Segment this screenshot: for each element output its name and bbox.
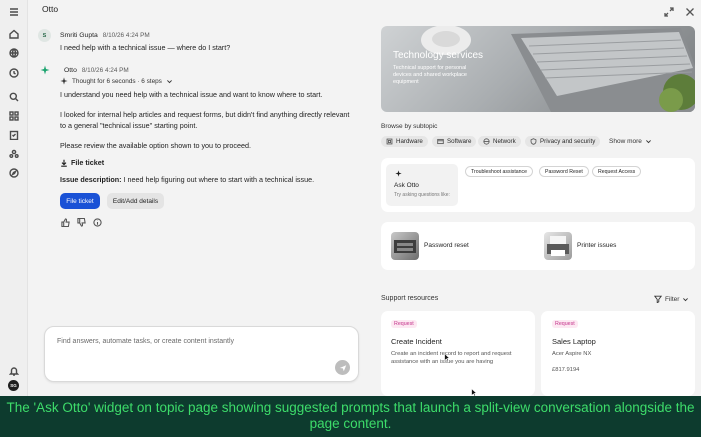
resource-subtitle: Acer Aspire NX [552, 351, 592, 357]
history-icon[interactable] [8, 67, 20, 79]
bot-paragraph-3: Please review the available option shown… [60, 141, 251, 150]
resource-description: Create an incident record to report and … [391, 351, 512, 365]
hardware-icon [386, 138, 393, 145]
chip-network[interactable]: Network [478, 136, 521, 147]
chip-label: Software [447, 138, 472, 145]
chip-privacy-security[interactable]: Privacy and security [525, 136, 601, 147]
thought-toggle[interactable]: Thought for 6 seconds · 6 steps [60, 77, 173, 85]
caption: The 'Ask Otto' widget on topic page show… [6, 400, 695, 431]
prompt-password-reset[interactable]: Password Reset [539, 166, 589, 177]
issue-text: I need help figuring out where to start … [123, 175, 315, 184]
bot-paragraph-2: I looked for internal help articles and … [60, 110, 350, 119]
composer[interactable]: Find answers, automate tasks, or create … [44, 326, 359, 382]
request-badge: Request [391, 320, 417, 328]
sparkle-icon [60, 77, 68, 85]
filter-label: Filter [665, 295, 680, 303]
chip-label: Hardware [396, 138, 423, 145]
printer-issues-thumbnail [544, 232, 572, 260]
globe-icon[interactable] [8, 47, 20, 59]
hero-title: Technology services [393, 50, 484, 61]
bell-icon[interactable] [8, 365, 20, 377]
mouse-cursor-icon [444, 353, 450, 362]
chevron-down-icon [645, 140, 651, 144]
show-more-button[interactable]: Show more [609, 138, 652, 145]
app-title: Otto [42, 4, 59, 14]
article-password-reset[interactable]: Password reset [424, 242, 469, 249]
clipboard-icon[interactable] [8, 129, 20, 141]
bot-paragraph-2b: to a general "technical issue" starting … [60, 121, 198, 130]
article-printer-issues[interactable]: Printer issues [577, 242, 616, 249]
chevron-down-icon [683, 297, 689, 301]
prompt-troubleshoot[interactable]: Troubleshoot assistance [465, 166, 534, 177]
sparkle-icon [395, 170, 402, 177]
chip-label: Network [493, 138, 516, 145]
download-icon [61, 159, 67, 167]
software-icon [437, 138, 444, 145]
app-window: SG Otto S Smriti Gupta 8/10/26 4:24 PM I… [0, 0, 701, 396]
ask-otto-title: Ask Otto [394, 182, 419, 189]
chip-label: Privacy and security [540, 138, 596, 145]
keyboard-image [394, 240, 416, 253]
user-timestamp: 8/10/26 4:24 PM [102, 32, 150, 39]
bot-name: Otto [64, 66, 77, 74]
thumbs-up-icon[interactable] [61, 218, 70, 229]
browse-label: Browse by subtopic [381, 123, 438, 130]
ask-otto-subtitle: Try asking questions like: [394, 192, 450, 198]
ask-otto-widget: Ask Otto Try asking questions like: [381, 158, 695, 212]
avatar[interactable]: SG [8, 380, 19, 391]
password-reset-thumbnail [391, 232, 419, 260]
topic-hero: Technology services Technical support fo… [381, 26, 695, 112]
bot-paragraph-1: I understand you need help with a techni… [60, 90, 323, 99]
user-message-header: S Smriti Gupta 8/10/26 4:24 PM [38, 29, 150, 42]
compass-icon[interactable] [8, 167, 20, 179]
resource-title: Create Incident [391, 337, 442, 346]
chevron-down-icon [166, 79, 172, 83]
bot-message-header: Otto 8/10/26 4:24 PM [40, 65, 129, 75]
home-icon[interactable] [8, 28, 20, 40]
bot-timestamp: 8/10/26 4:24 PM [81, 66, 129, 74]
file-ticket-button[interactable]: File ticket [60, 193, 100, 209]
search-icon[interactable] [8, 91, 20, 103]
shield-icon [530, 138, 537, 145]
chip-software[interactable]: Software [432, 136, 477, 147]
request-badge: Request [552, 320, 578, 328]
otto-logo-icon [40, 65, 50, 75]
people-icon[interactable] [8, 148, 20, 160]
edit-details-button[interactable]: Edit/Add details [107, 193, 164, 209]
resource-price: £817.9194 [552, 367, 580, 373]
send-button[interactable] [335, 360, 350, 375]
show-more-label: Show more [609, 138, 642, 145]
expand-icon[interactable] [664, 7, 674, 17]
issue-label: Issue description: [60, 175, 122, 184]
user-name: Smriti Gupta [60, 32, 98, 39]
thought-label: Thought for 6 seconds · 6 steps [72, 77, 162, 85]
support-resources-label: Support resources [381, 295, 439, 302]
mouse-cursor-icon [471, 388, 477, 396]
prompt-request-access[interactable]: Request Access [592, 166, 642, 177]
send-icon [339, 364, 346, 371]
user-message-text: I need help with a technical issue — whe… [60, 43, 231, 52]
filter-button[interactable]: Filter [654, 295, 689, 303]
left-rail: SG [0, 0, 28, 396]
network-icon [483, 138, 490, 145]
ticket-heading-label: File ticket [71, 158, 105, 167]
issue-description: Issue description: I need help figuring … [60, 175, 380, 185]
filter-icon [654, 295, 662, 303]
apps-icon[interactable] [8, 110, 20, 122]
info-icon[interactable] [93, 218, 102, 229]
thumbs-down-icon[interactable] [77, 217, 86, 229]
composer-placeholder[interactable]: Find answers, automate tasks, or create … [57, 338, 234, 345]
hero-description: Technical support for personal devices a… [393, 65, 467, 85]
close-icon[interactable] [685, 7, 695, 17]
ask-otto-tile[interactable]: Ask Otto Try asking questions like: [386, 164, 458, 206]
printer-image [547, 236, 569, 256]
menu-icon[interactable] [8, 6, 20, 18]
resource-title: Sales Laptop [552, 337, 596, 346]
ticket-heading: File ticket [60, 158, 104, 167]
user-avatar: S [38, 29, 51, 42]
chip-hardware[interactable]: Hardware [381, 136, 428, 147]
